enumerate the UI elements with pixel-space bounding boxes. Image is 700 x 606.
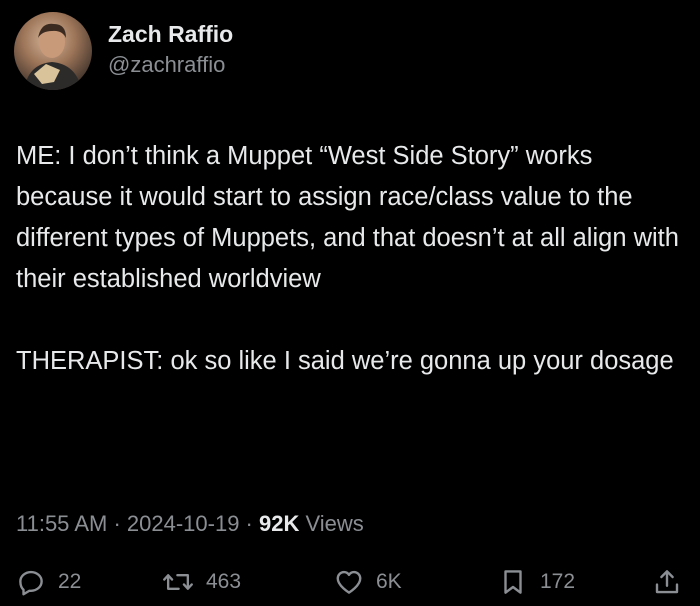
- views-label: Views: [299, 511, 364, 536]
- reply-icon: [19, 570, 43, 596]
- action-bar: 22 463 6K 172: [16, 562, 686, 602]
- meta-separator: ·: [239, 511, 259, 536]
- like-count: 6K: [376, 570, 402, 593]
- post-date[interactable]: 2024-10-19: [127, 511, 240, 536]
- reply-button[interactable]: 22: [16, 562, 81, 602]
- share-button[interactable]: [652, 562, 682, 602]
- bookmark-icon: [504, 570, 522, 594]
- views-count: 92K: [259, 511, 300, 536]
- display-name[interactable]: Zach Raffio: [108, 18, 233, 50]
- repost-button[interactable]: 463: [162, 562, 241, 602]
- tweet-paragraph: ME: I don’t think a Muppet “West Side St…: [16, 142, 687, 293]
- handle[interactable]: @zachraffio: [108, 50, 233, 80]
- tweet-meta: 11:55 AM · 2024-10-19 · 92K Views: [16, 508, 364, 540]
- tweet-header: Zach Raffio @zachraffio: [14, 12, 233, 90]
- author-names: Zach Raffio @zachraffio: [108, 18, 233, 80]
- tweet-paragraph: THERAPIST: ok so like I said we’re gonna…: [16, 347, 674, 375]
- avatar[interactable]: [14, 12, 92, 90]
- post-time[interactable]: 11:55 AM: [16, 511, 107, 536]
- heart-icon: [336, 570, 362, 594]
- bookmark-button[interactable]: 172: [498, 562, 575, 602]
- repost-count: 463: [206, 570, 242, 593]
- tweet-body: ME: I don’t think a Muppet “West Side St…: [16, 136, 686, 382]
- avatar-image: [24, 23, 82, 90]
- share-icon: [655, 570, 679, 594]
- like-button[interactable]: 6K: [334, 562, 402, 602]
- bookmark-count: 172: [540, 570, 576, 593]
- reply-count: 22: [58, 570, 82, 593]
- repost-icon: [163, 574, 193, 590]
- meta-separator: ·: [107, 511, 127, 536]
